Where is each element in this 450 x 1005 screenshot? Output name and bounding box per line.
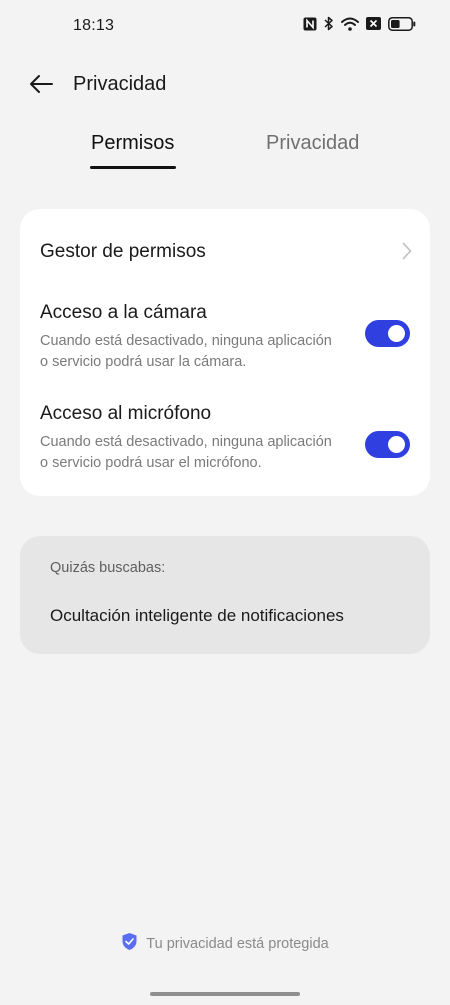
back-button[interactable]: [26, 70, 56, 98]
permission-manager-label: Gestor de permisos: [40, 241, 206, 262]
nfc-icon: [303, 17, 317, 31]
microphone-access-row: Acceso al micrófono Cuando está desactiv…: [20, 393, 430, 493]
camera-access-desc-line1: Cuando está desactivado, ninguna aplicac…: [40, 333, 332, 349]
microphone-access-toggle[interactable]: [365, 431, 410, 458]
tab-bar: Permisos Privacidad: [0, 128, 450, 172]
microphone-access-desc-line1: Cuando está desactivado, ninguna aplicac…: [40, 434, 332, 450]
tab-permisos[interactable]: Permisos: [91, 132, 174, 155]
permission-manager-row[interactable]: Gestor de permisos: [20, 209, 430, 293]
toggle-knob: [388, 325, 405, 342]
page-title: Privacidad: [73, 73, 167, 95]
header: Privacidad: [0, 62, 450, 106]
chevron-right-icon: [402, 242, 412, 265]
home-indicator[interactable]: [150, 992, 300, 996]
camera-access-row: Acceso a la cámara Cuando está desactiva…: [20, 293, 430, 393]
battery-icon: [388, 16, 416, 31]
privacy-footer-text: Tu privacidad está protegida: [146, 936, 329, 952]
status-bar: 18:13: [0, 0, 450, 52]
camera-access-toggle[interactable]: [365, 320, 410, 347]
arrow-left-icon: [30, 75, 53, 93]
shield-icon: [121, 932, 138, 956]
suggestion-link[interactable]: Ocultación inteligente de notificaciones: [50, 606, 344, 626]
active-tab-indicator: [90, 166, 176, 169]
privacy-footer: Tu privacidad está protegida: [0, 932, 450, 956]
tab-privacidad[interactable]: Privacidad: [266, 132, 359, 155]
camera-access-label: Acceso a la cámara: [40, 302, 207, 323]
suggestion-card: Quizás buscabas: Ocultación inteligente …: [20, 536, 430, 654]
screen: 18:13 Privacidad Permisos Privacidad Ges…: [0, 0, 450, 1005]
status-time: 18:13: [73, 17, 115, 34]
microphone-access-desc-line2: o servicio podrá usar el micrófono.: [40, 455, 262, 471]
toggle-knob: [388, 436, 405, 453]
permissions-card: Gestor de permisos Acceso a la cámara Cu…: [20, 209, 430, 496]
suggestion-label: Quizás buscabas:: [50, 560, 166, 576]
microphone-access-label: Acceso al micrófono: [40, 403, 212, 424]
wifi-icon: [341, 17, 359, 31]
status-icons: [303, 16, 416, 31]
no-sim-icon: [366, 17, 381, 30]
camera-access-desc-line2: o servicio podrá usar la cámara.: [40, 354, 247, 370]
bluetooth-icon: [324, 16, 334, 31]
